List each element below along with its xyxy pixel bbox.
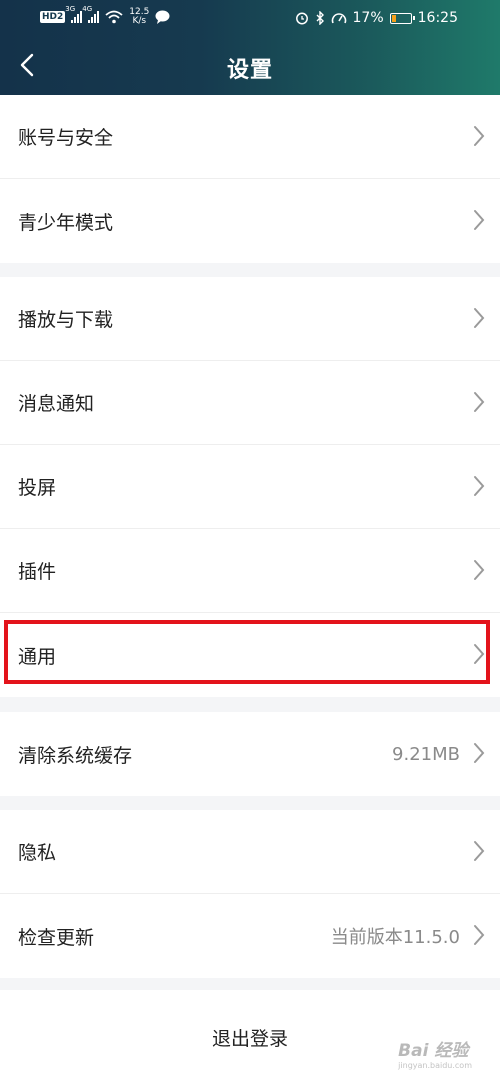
chevron-right-icon bbox=[474, 392, 485, 412]
settings-row-general[interactable]: 通用 bbox=[0, 613, 500, 697]
message-bubble-icon bbox=[155, 10, 170, 24]
speedometer-icon bbox=[331, 13, 346, 24]
row-label: 隐私 bbox=[18, 842, 57, 864]
network-speed: 12.5 K/s bbox=[129, 7, 150, 26]
settings-row-playback-download[interactable]: 播放与下载 bbox=[0, 277, 500, 361]
settings-group-general: 播放与下载 消息通知 投屏 插件 通用 bbox=[0, 277, 500, 697]
battery-icon bbox=[389, 12, 415, 24]
settings-row-check-update[interactable]: 检查更新 当前版本11.5.0 bbox=[0, 894, 500, 978]
signal-icon: 4G bbox=[82, 5, 100, 23]
row-label: 检查更新 bbox=[18, 926, 95, 949]
row-label: 插件 bbox=[18, 561, 57, 583]
header-bar: HD2 3G 4G 12.5 K/s 17% 16:25 设置 bbox=[0, 0, 500, 95]
settings-row-privacy[interactable]: 隐私 bbox=[0, 810, 500, 894]
cache-size-value: 9.21MB bbox=[392, 743, 460, 765]
status-bar: HD2 3G 4G 12.5 K/s 17% 16:25 bbox=[0, 0, 500, 38]
settings-row-notifications[interactable]: 消息通知 bbox=[0, 361, 500, 445]
bluetooth-icon bbox=[316, 11, 324, 25]
settings-group-cache: 清除系统缓存 9.21MB bbox=[0, 712, 500, 796]
settings-group-account: 账号与安全 青少年模式 bbox=[0, 95, 500, 263]
chevron-right-icon bbox=[474, 841, 485, 861]
settings-row-clear-cache[interactable]: 清除系统缓存 9.21MB bbox=[0, 712, 500, 796]
row-label: 账号与安全 bbox=[18, 127, 114, 149]
chevron-right-icon bbox=[474, 560, 485, 580]
row-label: 清除系统缓存 bbox=[18, 744, 133, 767]
chevron-right-icon bbox=[474, 743, 485, 763]
chevron-right-icon bbox=[474, 126, 485, 146]
alarm-icon bbox=[295, 12, 308, 25]
signal-icon: 3G bbox=[65, 5, 83, 23]
settings-row-account-security[interactable]: 账号与安全 bbox=[0, 95, 500, 179]
settings-row-teen-mode[interactable]: 青少年模式 bbox=[0, 179, 500, 263]
row-label: 青少年模式 bbox=[18, 211, 114, 234]
wifi-icon bbox=[105, 10, 123, 24]
chevron-right-icon bbox=[474, 476, 485, 496]
page-title: 设置 bbox=[226, 58, 273, 83]
settings-row-cast-screen[interactable]: 投屏 bbox=[0, 445, 500, 529]
watermark-logo: Bai 经验 jingyan.baidu.com bbox=[398, 1041, 472, 1070]
clock-time: 16:25 bbox=[417, 10, 458, 26]
chevron-right-icon bbox=[474, 308, 485, 328]
battery-percent: 17% bbox=[352, 10, 384, 26]
settings-row-plugins[interactable]: 插件 bbox=[0, 529, 500, 613]
row-label: 播放与下载 bbox=[18, 309, 114, 331]
settings-group-privacy: 隐私 检查更新 当前版本11.5.0 bbox=[0, 810, 500, 978]
hd-badge: HD2 bbox=[40, 11, 66, 23]
version-value: 当前版本11.5.0 bbox=[330, 927, 460, 948]
chevron-right-icon bbox=[474, 925, 485, 945]
chevron-right-icon bbox=[474, 210, 485, 230]
chevron-right-icon bbox=[474, 644, 485, 664]
row-label: 消息通知 bbox=[18, 393, 95, 415]
row-label: 通用 bbox=[18, 645, 57, 668]
row-label: 投屏 bbox=[18, 477, 57, 499]
logout-label: 退出登录 bbox=[211, 1027, 288, 1050]
